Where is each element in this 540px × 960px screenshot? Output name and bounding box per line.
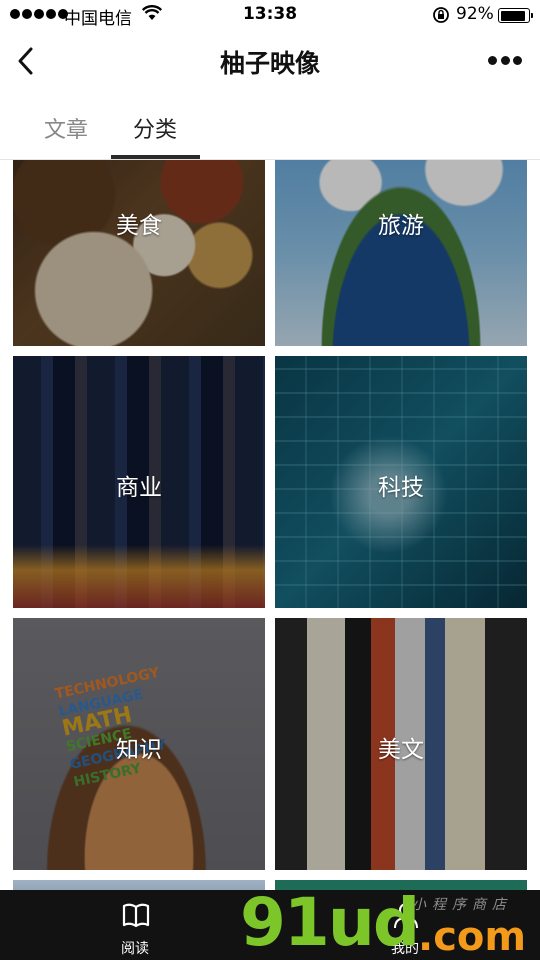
book-icon <box>122 903 150 928</box>
category-label: 科技 <box>378 475 424 501</box>
category-grid: 美食 旅游 商业 科技 TECHNOLOGY LANGUAGE MATH SCI… <box>0 160 540 890</box>
category-label: 商业 <box>116 475 162 501</box>
category-label: 旅游 <box>378 213 424 239</box>
tab-categories[interactable]: 分类 <box>133 112 177 144</box>
active-tab-indicator <box>111 155 200 159</box>
category-label: 美文 <box>378 737 424 763</box>
category-tile-knowledge[interactable]: TECHNOLOGY LANGUAGE MATH SCIENCE GEOGRAP… <box>13 618 265 870</box>
page-title: 柚子映像 <box>219 49 320 78</box>
category-tile-partial[interactable] <box>275 880 527 890</box>
category-tile-literature[interactable]: 美文 <box>275 618 527 870</box>
tabbar-label: 阅读 <box>121 941 149 957</box>
screen: 中国电信 13:38 92% 柚子映像 文章 分类 美食 旅游 商业 科技 TE… <box>0 0 540 960</box>
status-bar: 中国电信 13:38 92% <box>0 0 540 30</box>
tile-overlay <box>275 160 527 346</box>
category-tile-business[interactable]: 商业 <box>13 356 265 608</box>
category-tile-travel[interactable]: 旅游 <box>275 160 527 346</box>
tile-overlay <box>13 160 265 346</box>
category-tile-food[interactable]: 美食 <box>13 160 265 346</box>
orientation-lock-icon <box>433 7 449 23</box>
navigation-bar: 柚子映像 <box>0 30 540 92</box>
battery-fill <box>500 10 526 21</box>
tabbar-item-mine[interactable]: 我的 <box>355 890 455 960</box>
category-tile-tech[interactable]: 科技 <box>275 356 527 608</box>
tab-articles[interactable]: 文章 <box>44 112 88 144</box>
user-icon <box>394 903 418 929</box>
top-tabs: 文章 分类 <box>0 92 540 160</box>
battery-icon <box>498 8 533 23</box>
more-options-icon[interactable] <box>488 54 522 66</box>
bottom-tab-bar: 阅读 我的 <box>0 890 540 960</box>
category-label: 美食 <box>116 213 162 239</box>
category-label: 知识 <box>116 737 162 763</box>
category-tile-partial[interactable] <box>13 880 265 890</box>
battery-percent: 92% <box>456 4 494 24</box>
tabbar-item-read[interactable]: 阅读 <box>85 890 185 960</box>
tabbar-label: 我的 <box>391 941 419 957</box>
